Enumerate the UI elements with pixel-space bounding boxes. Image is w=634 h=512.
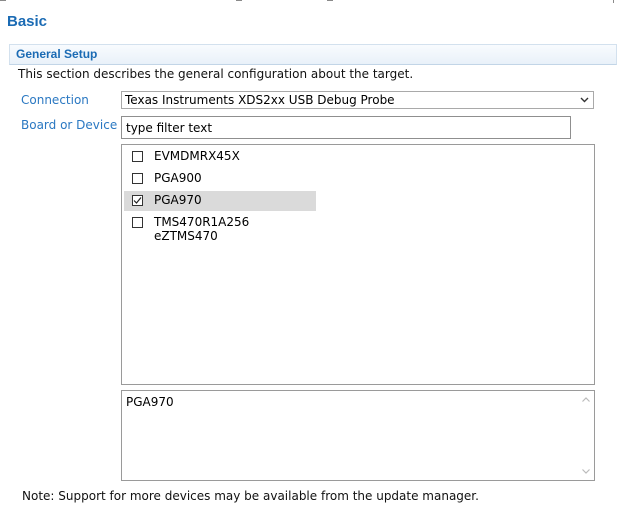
device-label: PGA970 <box>154 193 202 207</box>
checkmark-icon <box>133 197 142 204</box>
top-edge-line <box>236 0 242 1</box>
scroll-down-icon[interactable] <box>582 469 590 474</box>
top-edge-strip <box>0 0 634 4</box>
connection-selected-value: Texas Instruments XDS2xx USB Debug Probe <box>125 93 395 107</box>
page-title: Basic <box>7 13 48 30</box>
board-or-device-label: Board or Device <box>21 118 118 132</box>
list-item[interactable]: PGA900 <box>124 169 316 189</box>
list-item-selected[interactable]: PGA970 <box>124 191 316 211</box>
device-checkbox-checked[interactable] <box>132 195 143 206</box>
device-label: TMS470R1A256 eZTMS470 <box>154 215 250 243</box>
device-filter-input[interactable] <box>121 116 571 139</box>
list-item[interactable]: TMS470R1A256 eZTMS470 <box>124 213 316 243</box>
device-checkbox[interactable] <box>132 217 143 228</box>
device-description-box[interactable]: PGA970 <box>121 390 595 481</box>
device-label: PGA900 <box>154 171 202 185</box>
connection-label: Connection <box>21 93 89 107</box>
scroll-up-icon[interactable] <box>582 397 590 402</box>
top-edge-line <box>0 0 6 1</box>
device-checkbox[interactable] <box>132 151 143 162</box>
top-edge-line <box>327 0 333 1</box>
device-description-text: PGA970 <box>126 395 174 409</box>
section-title: General Setup <box>16 47 98 61</box>
section-description: This section describes the general confi… <box>18 67 414 81</box>
device-list[interactable]: EVMDMRX45X PGA900 PGA970 TMS470R1A256 eZ… <box>121 144 595 385</box>
device-checkbox[interactable] <box>132 173 143 184</box>
update-manager-note: Note: Support for more devices may be av… <box>22 489 479 503</box>
description-scrollbar[interactable] <box>577 391 594 480</box>
chevron-down-icon[interactable] <box>577 93 592 107</box>
list-item[interactable]: EVMDMRX45X <box>124 147 316 167</box>
section-header: General Setup <box>9 44 617 65</box>
top-edge-marker <box>613 0 614 3</box>
device-label: EVMDMRX45X <box>154 149 240 163</box>
connection-select[interactable]: Texas Instruments XDS2xx USB Debug Probe <box>121 91 594 109</box>
